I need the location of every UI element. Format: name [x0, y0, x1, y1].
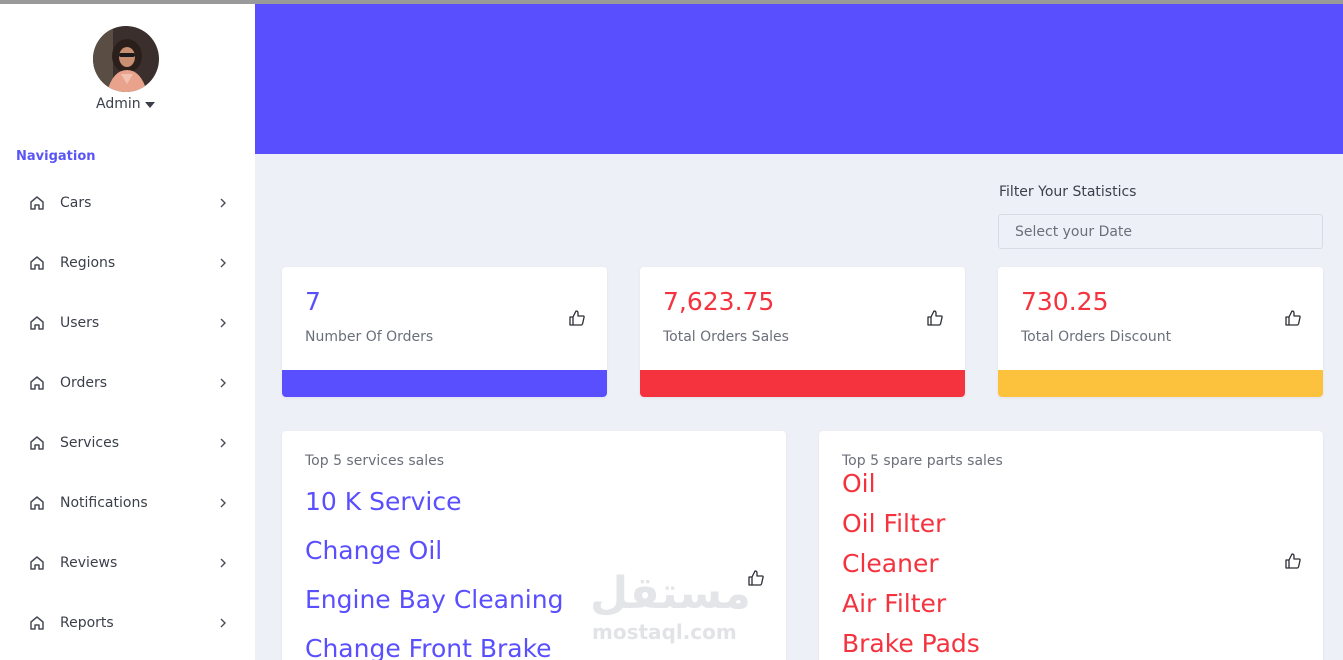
chevron-right-icon [220, 258, 226, 268]
sidebar-item-label: Services [60, 435, 120, 451]
chevron-right-icon [220, 558, 226, 568]
admin-name: Admin [96, 96, 141, 112]
avatar[interactable] [93, 26, 159, 92]
part-item: Oil [842, 469, 876, 498]
sidebar-item-notifications[interactable]: Notifications [28, 488, 228, 518]
sidebar-item-label: Regions [60, 255, 116, 271]
sidebar-item-label: Users [60, 315, 100, 331]
header-banner [255, 4, 1343, 154]
house-icon [30, 196, 44, 210]
house-icon [30, 556, 44, 570]
sidebar-item-services[interactable]: Services [28, 428, 228, 458]
service-item: Change Front Brake [305, 634, 552, 660]
thumbs-up-icon [927, 310, 943, 326]
thumbs-up-icon [569, 310, 585, 326]
date-filter-input[interactable] [998, 214, 1323, 249]
thumbs-up-icon [1285, 310, 1301, 326]
top-parts-card: Top 5 spare parts sales Oil Oil Filter C… [819, 431, 1323, 660]
part-item: Air Filter [842, 589, 947, 618]
card-title: Top 5 spare parts sales [842, 453, 1003, 469]
stat-card-sales: 7,623.75 Total Orders Sales [640, 267, 965, 397]
sidebar-item-users[interactable]: Users [28, 308, 228, 338]
navigation-heading: Navigation [16, 149, 96, 164]
thumbs-up-icon [1285, 553, 1301, 569]
caret-down-icon [144, 102, 155, 108]
chevron-right-icon [220, 438, 226, 448]
part-item: Oil Filter [842, 509, 946, 538]
card-title: Top 5 services sales [305, 453, 444, 469]
admin-menu-toggle[interactable]: Admin [96, 96, 155, 112]
sidebar: Admin Navigation Cars Regions Users Orde… [0, 4, 255, 660]
sidebar-item-orders[interactable]: Orders [28, 368, 228, 398]
house-icon [30, 436, 44, 450]
stat-label: Total Orders Sales [663, 329, 789, 345]
stat-value: 7,623.75 [663, 287, 775, 316]
sidebar-item-reviews[interactable]: Reviews [28, 548, 228, 578]
top-services-card: Top 5 services sales 10 K Service Change… [282, 431, 786, 660]
stat-card-discount: 730.25 Total Orders Discount [998, 267, 1323, 397]
sidebar-item-label: Cars [60, 195, 92, 211]
thumbs-up-icon [748, 570, 764, 586]
chevron-right-icon [220, 198, 226, 208]
sidebar-item-label: Orders [60, 375, 108, 391]
house-icon [30, 256, 44, 270]
service-item: Change Oil [305, 536, 443, 565]
service-item: Engine Bay Cleaning [305, 585, 564, 614]
house-icon [30, 316, 44, 330]
chevron-right-icon [220, 618, 226, 628]
part-item: Brake Pads [842, 629, 980, 658]
stat-card-orders: 7 Number Of Orders [282, 267, 607, 397]
sidebar-item-regions[interactable]: Regions [28, 248, 228, 278]
filter-label: Filter Your Statistics [999, 184, 1137, 200]
stat-color-bar [282, 370, 607, 397]
sidebar-item-label: Reports [60, 615, 114, 631]
chevron-right-icon [220, 498, 226, 508]
sidebar-item-cars[interactable]: Cars [28, 188, 228, 218]
stat-label: Total Orders Discount [1021, 329, 1172, 345]
house-icon [30, 496, 44, 510]
house-icon [30, 376, 44, 390]
stat-value: 7 [305, 287, 321, 316]
part-item: Cleaner [842, 549, 939, 578]
stat-label: Number Of Orders [305, 329, 434, 345]
service-item: 10 K Service [305, 487, 462, 516]
chevron-right-icon [220, 378, 226, 388]
sidebar-item-label: Notifications [60, 495, 148, 511]
stat-value: 730.25 [1021, 287, 1109, 316]
stat-color-bar [640, 370, 965, 397]
stat-color-bar [998, 370, 1323, 397]
chevron-right-icon [220, 318, 226, 328]
house-icon [30, 616, 44, 630]
sidebar-item-reports[interactable]: Reports [28, 608, 228, 638]
sidebar-item-label: Reviews [60, 555, 118, 571]
